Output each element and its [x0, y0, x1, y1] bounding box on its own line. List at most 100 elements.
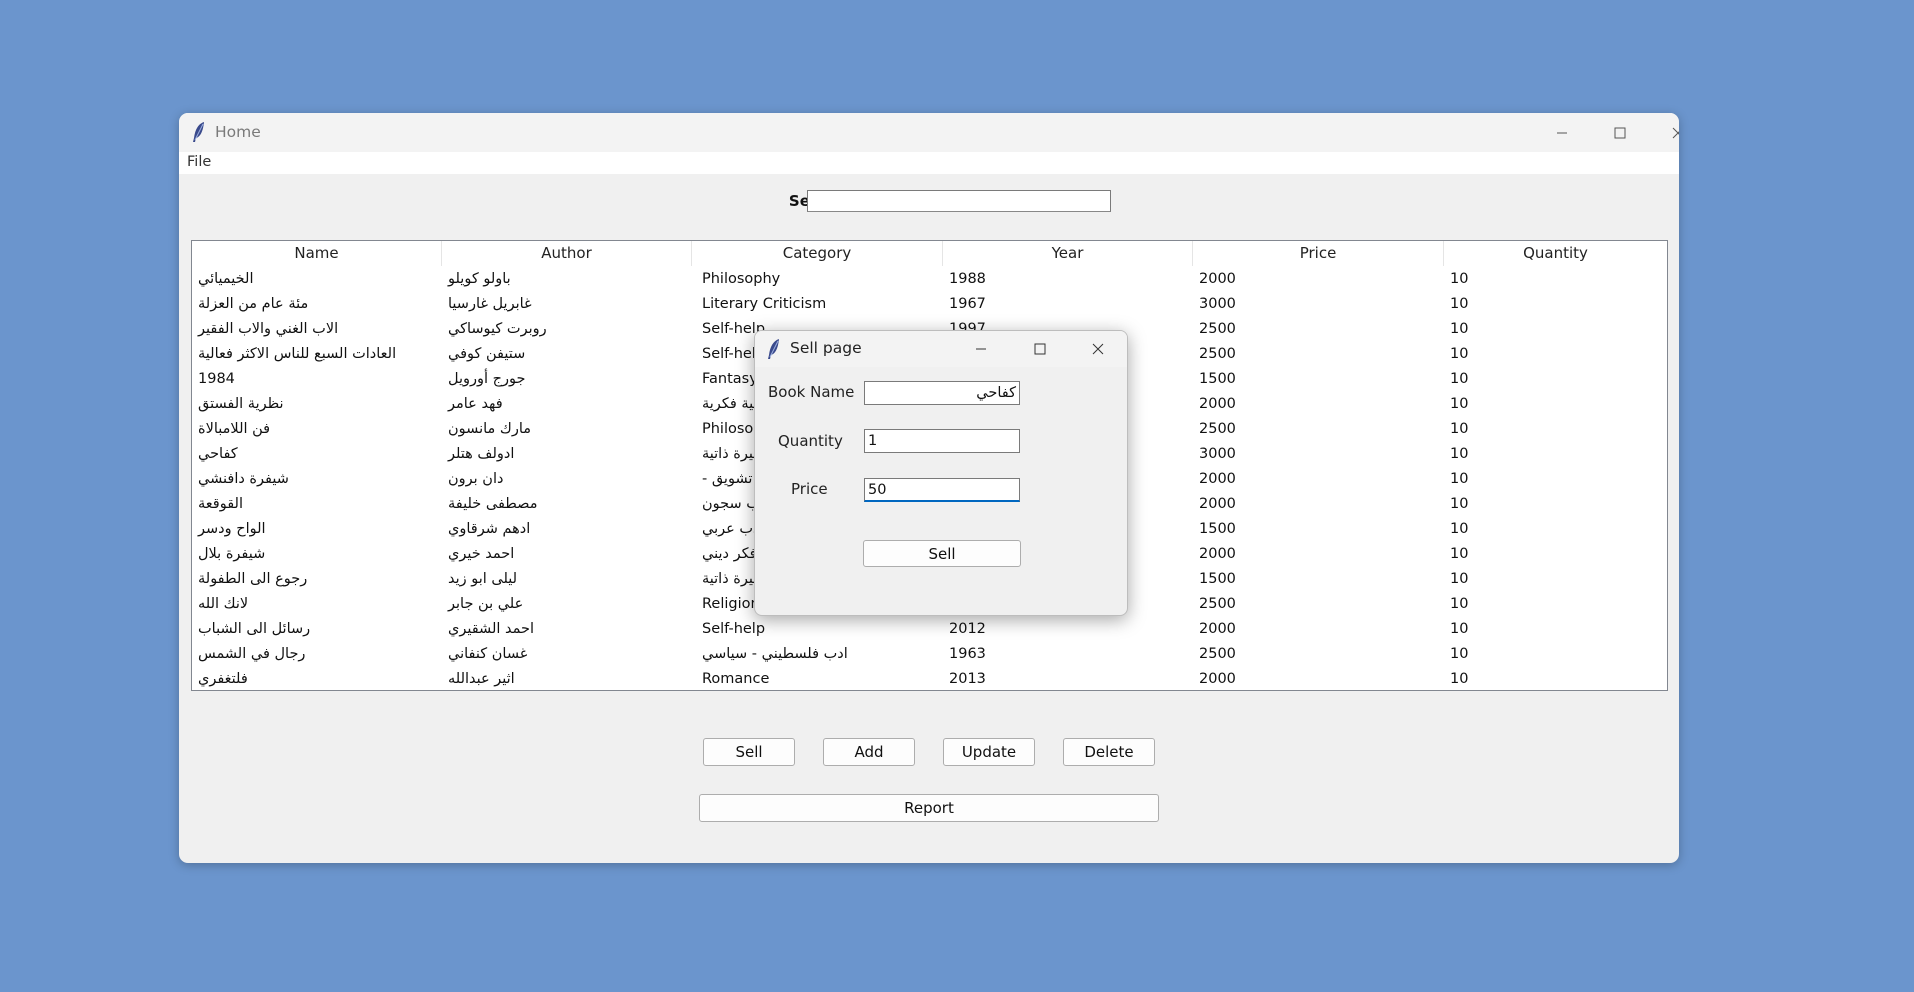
dialog-title: Sell page	[790, 339, 862, 357]
cell-quantity: 10	[1450, 396, 1469, 412]
cell-category: Self-help	[702, 621, 766, 637]
cell-year: 2013	[949, 671, 986, 687]
cell-price: 2500	[1199, 346, 1236, 362]
cell-name: العادات السبع للناس الاكثر فعالية	[198, 346, 397, 362]
price-label: Price	[791, 480, 828, 498]
cell-name: كفاحي	[198, 446, 238, 462]
cell-author: ادولف هتلر	[448, 446, 515, 462]
cell-price: 3000	[1199, 446, 1236, 462]
cell-author: مصطفى خليفة	[448, 496, 538, 512]
cell-price: 2500	[1199, 596, 1236, 612]
cell-quantity: 10	[1450, 546, 1469, 562]
cell-name: شيفرة بلال	[198, 546, 266, 562]
column-header-quantity[interactable]: Quantity	[1444, 241, 1667, 266]
dialog-title-bar[interactable]: Sell page	[755, 331, 1127, 367]
column-header-year[interactable]: Year	[943, 241, 1193, 266]
report-button[interactable]: Report	[699, 794, 1159, 822]
cell-price: 2500	[1199, 321, 1236, 337]
cell-author: غابريل غارسيا	[448, 296, 532, 312]
cell-price: 2000	[1199, 396, 1236, 412]
close-button[interactable]	[1649, 113, 1679, 152]
table-row[interactable]: فلتغفري اثير عبدالله Romance 2013 2000 10	[192, 667, 1667, 690]
dialog-sell-button[interactable]: Sell	[863, 540, 1021, 567]
sell-button[interactable]: Sell	[703, 738, 795, 766]
cell-price: 2500	[1199, 646, 1236, 662]
cell-quantity: 10	[1450, 446, 1469, 462]
cell-author: دان برون	[448, 471, 504, 487]
maximize-icon	[1034, 343, 1046, 355]
minimize-button[interactable]	[1533, 113, 1591, 152]
cell-price: 2500	[1199, 421, 1236, 437]
table-header: Name Author Category Year Price Quantity	[192, 241, 1667, 266]
cell-price: 2000	[1199, 271, 1236, 287]
add-button[interactable]: Add	[823, 738, 915, 766]
cell-name: 1984	[198, 371, 235, 387]
title-bar[interactable]: Home	[179, 113, 1679, 152]
feather-icon	[768, 339, 779, 359]
delete-button[interactable]: Delete	[1063, 738, 1155, 766]
cell-author: احمد خيري	[448, 546, 515, 562]
cell-author: اثير عبدالله	[448, 671, 515, 687]
maximize-button[interactable]	[1591, 113, 1649, 152]
cell-name: الواح ودسر	[198, 521, 266, 537]
dialog-close-button[interactable]	[1069, 331, 1127, 367]
quantity-input[interactable]: 1	[864, 429, 1020, 453]
table-row[interactable]: رسائل الى الشباب احمد الشقيري Self-help 201…	[192, 617, 1667, 642]
menu-bar: File	[179, 152, 1679, 174]
cell-name: الاب الغني والاب الفقير	[198, 321, 339, 337]
update-button[interactable]: Update	[943, 738, 1035, 766]
column-header-author[interactable]: Author	[442, 241, 692, 266]
cell-quantity: 10	[1450, 671, 1469, 687]
cell-quantity: 10	[1450, 621, 1469, 637]
cell-price: 2000	[1199, 546, 1236, 562]
book-name-input[interactable]: كفاحي	[864, 381, 1020, 405]
close-icon	[1092, 343, 1104, 355]
cell-name: شيفرة دافنشي	[198, 471, 289, 487]
cell-author: علي بن جابر	[448, 596, 524, 612]
table-row[interactable]: رجال في الشمس غسان كنفاني ادب فلسطيني - سي…	[192, 642, 1667, 667]
search-input[interactable]	[807, 190, 1111, 212]
cell-quantity: 10	[1450, 471, 1469, 487]
close-icon	[1672, 127, 1679, 138]
cell-quantity: 10	[1450, 271, 1469, 287]
quantity-label: Quantity	[778, 432, 843, 450]
column-header-price[interactable]: Price	[1193, 241, 1444, 266]
table-row[interactable]: الخيميائي باولو كويلو Philosophy 1988 2000 10	[192, 267, 1667, 292]
column-header-category[interactable]: Category	[692, 241, 943, 266]
dialog-minimize-button[interactable]	[952, 331, 1010, 367]
cell-price: 1500	[1199, 371, 1236, 387]
cell-author: ستيفن كوفي	[448, 346, 526, 362]
cell-author: غسان كنفاني	[448, 646, 528, 662]
cell-year: 2012	[949, 621, 986, 637]
price-input[interactable]: 50	[864, 478, 1020, 502]
cell-quantity: 10	[1450, 296, 1469, 312]
cell-quantity: 10	[1450, 646, 1469, 662]
dialog-maximize-button[interactable]	[1011, 331, 1069, 367]
cell-quantity: 10	[1450, 571, 1469, 587]
cell-price: 2000	[1199, 496, 1236, 512]
cell-year: 1963	[949, 646, 986, 662]
menu-file[interactable]: File	[187, 154, 211, 170]
minimize-icon	[1557, 132, 1567, 133]
cell-author: فهد عامر	[448, 396, 503, 412]
cell-name: فلتغفري	[198, 671, 248, 687]
column-header-name[interactable]: Name	[192, 241, 442, 266]
cell-price: 3000	[1199, 296, 1236, 312]
table-row[interactable]: مئة عام من العزلة غابريل غارسيا Literary C…	[192, 292, 1667, 317]
cell-price: 2000	[1199, 671, 1236, 687]
cell-author: روبرت كيوساكي	[448, 321, 547, 337]
cell-category: Romance	[702, 671, 770, 687]
cell-year: 1988	[949, 271, 986, 287]
book-name-label: Book Name	[768, 383, 855, 401]
cell-year: 1967	[949, 296, 986, 312]
cell-category: Philosophy	[702, 271, 781, 287]
feather-icon	[193, 122, 204, 142]
cell-quantity: 10	[1450, 321, 1469, 337]
sell-dialog: Sell page Book Name كفاحي Quantity 1 Pri…	[754, 330, 1128, 616]
cell-quantity: 10	[1450, 421, 1469, 437]
cell-name: لانك الله	[198, 596, 249, 612]
cell-price: 1500	[1199, 521, 1236, 537]
window-title: Home	[215, 123, 261, 141]
maximize-icon	[1614, 127, 1626, 138]
cell-author: جورج أورويل	[448, 371, 526, 387]
